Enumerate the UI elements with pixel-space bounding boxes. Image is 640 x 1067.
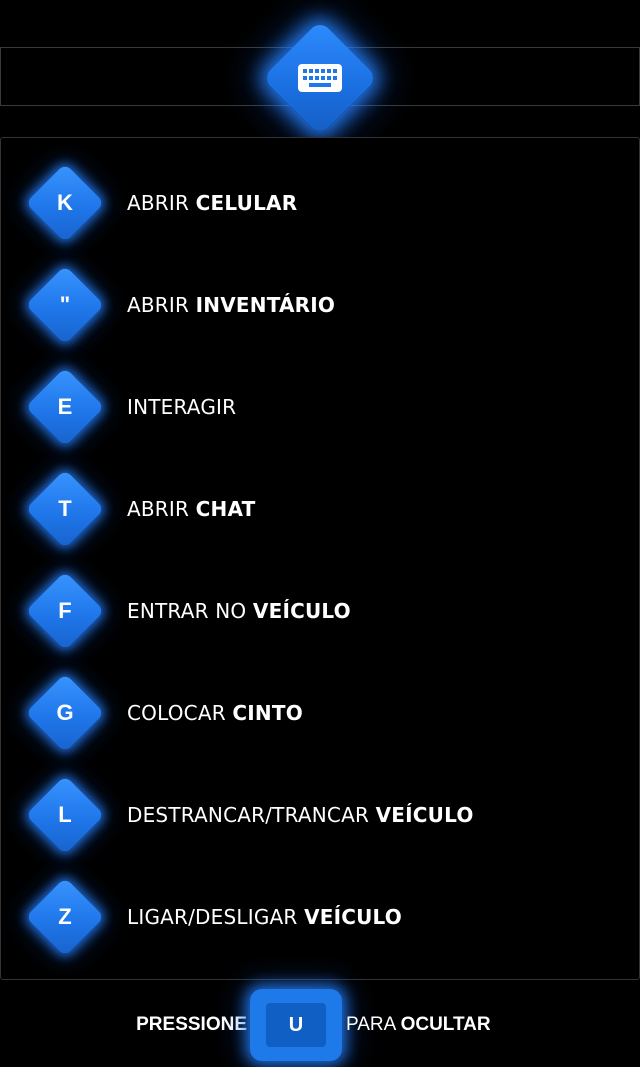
keybind-row-phone: K ABRIR CELULAR <box>1 163 639 243</box>
key-badge: G <box>25 673 105 753</box>
key-badge: F <box>25 571 105 651</box>
keybind-row-chat: T ABRIR CHAT <box>1 469 639 549</box>
keybind-row-inventory: " ABRIR INVENTÁRIO <box>1 265 639 345</box>
keybind-action: LIGAR/DESLIGAR <box>127 905 305 929</box>
key-badge: E <box>25 367 105 447</box>
keybind-row-engine: Z LIGAR/DESLIGAR VEÍCULO <box>1 877 639 957</box>
key-badge: L <box>25 775 105 855</box>
key-letter: Z <box>58 904 72 929</box>
keybind-action-bold: CHAT <box>195 497 256 521</box>
footer-suffix-text: PARA <box>346 1014 401 1035</box>
keyboard-icon <box>298 64 342 92</box>
key-letter: K <box>57 190 73 215</box>
keybind-action: DESTRANCAR/TRANCAR <box>127 803 376 827</box>
hide-key-letter: U <box>266 1003 326 1047</box>
keybind-action-bold: CINTO <box>232 701 303 725</box>
key-badge: " <box>25 265 105 345</box>
keybind-label: ABRIR CHAT <box>127 469 255 549</box>
header-badge <box>262 20 378 136</box>
key-badge: K <box>25 163 105 243</box>
keybind-action: ABRIR <box>127 191 196 215</box>
keybind-panel: K ABRIR CELULAR " ABRIR INVENTÁRIO E INT… <box>0 137 640 980</box>
keybind-row-seatbelt: G COLOCAR CINTO <box>1 673 639 753</box>
keybind-label: LIGAR/DESLIGAR VEÍCULO <box>127 877 402 957</box>
footer-suffix-bold: OCULTAR <box>400 1014 491 1035</box>
keybind-action-bold: VEÍCULO <box>375 803 474 827</box>
footer-hint: PRESSIONE U PARA OCULTAR <box>0 987 640 1063</box>
key-letter: L <box>58 802 72 827</box>
key-letter: F <box>58 598 72 623</box>
keybind-label: COLOCAR CINTO <box>127 673 303 753</box>
key-letter: G <box>56 700 74 725</box>
keybind-label: DESTRANCAR/TRANCAR VEÍCULO <box>127 775 474 855</box>
key-letter: " <box>59 292 71 317</box>
keybind-action-bold: INVENTÁRIO <box>195 293 336 317</box>
hide-key-badge: U <box>250 989 342 1061</box>
keybind-action: COLOCAR <box>127 701 233 725</box>
keybind-label: ENTRAR NO VEÍCULO <box>127 571 351 651</box>
keybind-action-bold: VEÍCULO <box>304 905 402 929</box>
key-letter: E <box>57 394 73 419</box>
footer-prefix: PRESSIONE <box>136 1014 247 1035</box>
keybind-label: INTERAGIR <box>127 367 236 447</box>
keybind-action: ENTRAR NO <box>127 599 253 623</box>
keybind-action-bold: CELULAR <box>195 191 298 215</box>
keybind-row-enter-vehicle: F ENTRAR NO VEÍCULO <box>1 571 639 651</box>
key-badge: T <box>25 469 105 549</box>
key-letter: T <box>58 496 72 521</box>
keybind-action-bold: VEÍCULO <box>252 599 351 623</box>
keybind-label: ABRIR CELULAR <box>127 163 297 243</box>
keybind-label: ABRIR INVENTÁRIO <box>127 265 335 345</box>
keybind-row-lock-vehicle: L DESTRANCAR/TRANCAR VEÍCULO <box>1 775 639 855</box>
key-badge: Z <box>25 877 105 957</box>
keybind-action: INTERAGIR <box>127 395 237 419</box>
footer-suffix: PARA OCULTAR <box>346 987 491 1063</box>
keybind-row-interact: E INTERAGIR <box>1 367 639 447</box>
keybind-action: ABRIR <box>127 497 196 521</box>
keybind-action: ABRIR <box>127 293 196 317</box>
